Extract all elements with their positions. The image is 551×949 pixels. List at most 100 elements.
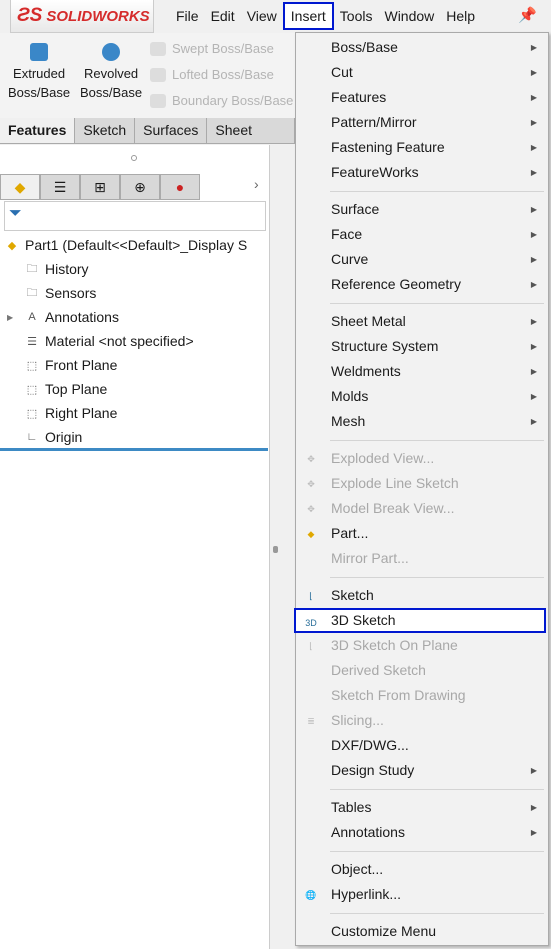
- label: Fastening Feature: [331, 139, 445, 155]
- menu-item-mirror-part[interactable]: Mirror Part...: [296, 546, 548, 571]
- menu-item-design-study[interactable]: Design Study ▶: [296, 758, 548, 783]
- menu-item-featureworks[interactable]: FeatureWorks ▶: [296, 160, 548, 185]
- menu-item-dxf-dwg[interactable]: DXF/DWG...: [296, 733, 548, 758]
- tree-item[interactable]: ⬚ Front Plane: [24, 353, 118, 377]
- tab-features[interactable]: Features: [0, 118, 76, 143]
- configuration-manager-tab[interactable]: ⊞: [80, 174, 120, 200]
- menu-item-3d-sketch[interactable]: 3D 3D Sketch: [294, 608, 546, 633]
- menu-view[interactable]: View: [241, 2, 283, 30]
- label: Annotations: [45, 309, 119, 325]
- menu-item-weldments[interactable]: Weldments ▶: [296, 359, 548, 384]
- menu-item-reference-geometry[interactable]: Reference Geometry ▶: [296, 272, 548, 297]
- display-manager-tab[interactable]: ●: [160, 174, 200, 200]
- menu-item-tables[interactable]: Tables ▶: [296, 795, 548, 820]
- menu-item-mesh[interactable]: Mesh ▶: [296, 409, 548, 434]
- label: Boss/Base: [8, 85, 71, 100]
- plane-icon: ⬚: [26, 359, 38, 372]
- tab-sketch[interactable]: Sketch: [75, 118, 136, 143]
- label: FeatureWorks: [331, 164, 419, 180]
- menu-item-annotations[interactable]: Annotations ▶: [296, 820, 548, 845]
- splitter-handle[interactable]: [131, 155, 137, 161]
- label: Swept Boss/Base: [172, 41, 274, 56]
- feature-manager-tab[interactable]: ◆: [0, 174, 40, 200]
- material-icon: ☰: [27, 335, 37, 348]
- submenu-arrow-icon: ▶: [530, 230, 537, 239]
- menu-item-hyperlink[interactable]: 🌐 Hyperlink...: [296, 882, 548, 907]
- tree-item[interactable]: ⬚ Right Plane: [24, 401, 118, 425]
- pin-icon[interactable]: 📌: [518, 6, 537, 24]
- submenu-arrow-icon: ▶: [530, 280, 537, 289]
- rollback-bar[interactable]: [0, 448, 268, 451]
- menu-item-derived-sketch[interactable]: Derived Sketch: [296, 658, 548, 683]
- menu-item-exploded-view[interactable]: ✥ Exploded View...: [296, 446, 548, 471]
- label: Sensors: [45, 285, 97, 301]
- extruded-boss-button[interactable]: Extruded Boss/Base: [8, 43, 70, 102]
- menu-item-part[interactable]: ◆ Part...: [296, 521, 548, 546]
- menu-item-cut[interactable]: Cut ▶: [296, 60, 548, 85]
- lofted-icon: [150, 67, 166, 82]
- panel-collapse-handle[interactable]: [273, 546, 278, 553]
- exploded-view-icon: ✥: [307, 453, 315, 464]
- tree-item[interactable]: ⬚ Top Plane: [24, 377, 107, 401]
- menu-item-3d-sketch-on-plane[interactable]: ⌊ 3D Sketch On Plane: [296, 633, 548, 658]
- label: 3D Sketch On Plane: [331, 637, 458, 653]
- label: 3D Sketch: [331, 612, 396, 628]
- property-manager-tab[interactable]: ☰: [40, 174, 80, 200]
- boundary-boss-button[interactable]: Boundary Boss/Base: [150, 93, 293, 108]
- hyperlink-icon: 🌐: [305, 889, 317, 900]
- menu-item-sketch[interactable]: ⌊ Sketch: [296, 583, 548, 608]
- menu-item-features[interactable]: Features ▶: [296, 85, 548, 110]
- menu-file[interactable]: File: [170, 2, 205, 30]
- tree-item[interactable]: 🗀 History: [24, 257, 89, 281]
- dimxpert-tab[interactable]: ⊕: [120, 174, 160, 200]
- part-icon: ◆: [14, 178, 26, 195]
- menu-edit[interactable]: Edit: [205, 2, 241, 30]
- label: History: [45, 261, 89, 277]
- swept-boss-button[interactable]: Swept Boss/Base: [150, 41, 274, 56]
- menu-item-boss-base[interactable]: Boss/Base ▶: [296, 35, 548, 60]
- menu-item-curve[interactable]: Curve ▶: [296, 247, 548, 272]
- tab-surfaces[interactable]: Surfaces: [135, 118, 208, 143]
- submenu-arrow-icon: ▶: [530, 205, 537, 214]
- tree-item[interactable]: 🗀 Sensors: [24, 281, 97, 305]
- solidworks-logo[interactable]: ƧS SOLIDWORKS: [10, 0, 154, 33]
- chevron-right-icon[interactable]: ›: [254, 176, 259, 192]
- lofted-boss-button[interactable]: Lofted Boss/Base: [150, 67, 274, 82]
- label: Hyperlink...: [331, 886, 402, 902]
- menu-item-pattern-mirror[interactable]: Pattern/Mirror ▶: [296, 110, 548, 135]
- menu-item-object[interactable]: Object...: [296, 857, 548, 882]
- tab-sheet-metal[interactable]: Sheet Metal: [207, 118, 295, 163]
- label: Structure System: [331, 338, 439, 354]
- menu-item-face[interactable]: Face ▶: [296, 222, 548, 247]
- menu-item-sheet-metal[interactable]: Sheet Metal ▶: [296, 309, 548, 334]
- menu-item-model-break-view[interactable]: ✥ Model Break View...: [296, 496, 548, 521]
- tree-icon: ⊞: [94, 178, 106, 195]
- label: Mirror Part...: [331, 550, 409, 566]
- label: Part...: [331, 525, 369, 541]
- submenu-arrow-icon: ▶: [530, 766, 537, 775]
- tree-item[interactable]: ∟ Origin: [24, 425, 83, 449]
- label: Mesh: [331, 413, 366, 429]
- menu-item-fastening-feature[interactable]: Fastening Feature ▶: [296, 135, 548, 160]
- menu-item-surface[interactable]: Surface ▶: [296, 197, 548, 222]
- menu-help[interactable]: Help: [440, 2, 481, 30]
- menu-item-structure-system[interactable]: Structure System ▶: [296, 334, 548, 359]
- revolved-boss-button[interactable]: Revolved Boss/Base: [80, 43, 142, 102]
- submenu-arrow-icon: ▶: [530, 93, 537, 102]
- tree-item[interactable]: ▶ A Annotations: [7, 305, 119, 329]
- label: Material <not specified>: [45, 333, 194, 349]
- menu-item-sketch-from-drawing[interactable]: Sketch From Drawing: [296, 683, 548, 708]
- submenu-arrow-icon: ▶: [530, 168, 537, 177]
- menu-item-molds[interactable]: Molds ▶: [296, 384, 548, 409]
- menu-item-explode-line-sketch[interactable]: ✥ Explode Line Sketch: [296, 471, 548, 496]
- filter-box[interactable]: ⏷: [4, 201, 266, 231]
- expand-icon[interactable]: ▶: [7, 313, 13, 322]
- menu-insert[interactable]: Insert: [282, 1, 334, 30]
- menu-window[interactable]: Window: [378, 2, 440, 30]
- menu-item-slicing[interactable]: ≣ Slicing...: [296, 708, 548, 733]
- tree-item[interactable]: ☰ Material <not specified>: [24, 329, 194, 353]
- menu-item-customize-menu[interactable]: Customize Menu: [296, 919, 548, 944]
- label: Part1 (Default<<Default>_Display S: [25, 237, 248, 253]
- menu-tools[interactable]: Tools: [334, 2, 379, 30]
- tree-root-part1[interactable]: ◆ Part1 (Default<<Default>_Display S: [4, 233, 247, 257]
